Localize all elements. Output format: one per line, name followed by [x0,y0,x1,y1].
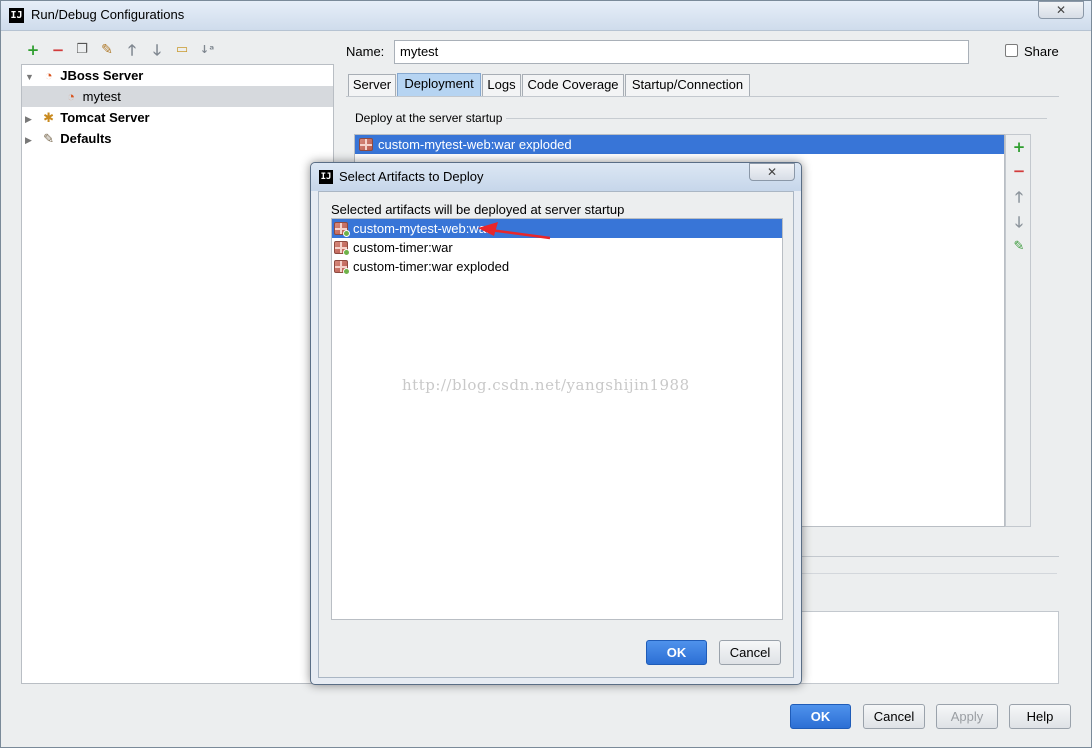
ok-button[interactable]: OK [790,704,851,729]
cancel-button[interactable]: Cancel [863,704,925,729]
close-icon: ✕ [1055,3,1067,17]
deployment-side-toolbar: + − 🡑 🡓 ✎ [1005,134,1031,527]
tree-item-defaults[interactable]: ▶ ✎ Defaults [22,128,333,149]
tree-item-label: mytest [82,89,121,104]
title-bar: IJ Run/Debug Configurations ✕ [1,1,1091,31]
apply-button[interactable]: Apply [936,704,998,729]
config-toolbar: + − ❐ ✎ 🡑 🡓 ▭ ↓ᵃ [25,42,225,60]
add-icon[interactable]: + [25,42,41,58]
watermark-text: http://blog.csdn.net/yangshijin1988 [402,376,690,394]
edit-pencil-icon[interactable]: ✎ [1011,239,1027,255]
artifact-label: custom-timer:war [353,240,453,255]
intellij-app-icon: IJ [9,8,24,23]
artifact-war-icon [334,260,350,275]
artifact-war-icon [334,241,350,256]
dialog-ok-button[interactable]: OK [646,640,707,665]
artifact-label: custom-timer:war exploded [353,259,510,274]
expand-arrow-icon[interactable]: ▼ [25,67,37,88]
deploy-group-title: Deploy at the server startup [355,111,503,125]
artifact-item[interactable]: custom-timer:war exploded [332,257,782,276]
tree-item-tomcat-server[interactable]: ▶ ✱ Tomcat Server [22,107,333,128]
name-label: Name: [346,44,385,59]
copy-icon[interactable]: ❐ [74,42,90,58]
dialog-title-bar: IJ Select Artifacts to Deploy ✕ [311,163,801,191]
tab-deployment[interactable]: Deployment [397,73,481,96]
artifacts-list[interactable]: custom-mytest-web:war custom-timer:war c… [331,218,783,620]
dialog-description: Selected artifacts will be deployed at s… [331,202,625,217]
tab-server[interactable]: Server [348,74,396,96]
add-icon[interactable]: + [1011,139,1027,155]
window-close-button[interactable]: ✕ [1038,1,1084,19]
annotation-arrow-icon [478,222,551,240]
window-title: Run/Debug Configurations [31,7,185,22]
tab-logs[interactable]: Logs [482,74,521,96]
help-button[interactable]: Help [1009,704,1071,729]
tree-item-label: JBoss Server [60,68,144,83]
tomcat-icon: ✱ [43,110,55,125]
collapse-arrow-icon[interactable]: ▶ [25,130,37,151]
intellij-app-icon: IJ [319,170,333,184]
config-tree: ▼ ◔ JBoss Server ◔ mytest ▶ ✱ Tomcat Ser… [21,64,334,684]
jboss-config-icon: ◔ [67,89,75,104]
name-input[interactable]: mytest [394,40,969,64]
artifact-exploded-icon [359,138,373,151]
move-up-icon[interactable]: 🡑 [1011,189,1027,205]
artifact-war-icon [334,222,350,237]
tree-item-mytest[interactable]: ◔ mytest [22,86,333,107]
wrench-icon[interactable]: ✎ [99,42,115,58]
share-label: Share [1024,44,1059,59]
deployment-item-label: custom-mytest-web:war exploded [378,137,572,152]
dialog-cancel-button[interactable]: Cancel [719,640,781,665]
move-down-icon[interactable]: 🡓 [149,42,165,58]
tab-code-coverage[interactable]: Code Coverage [522,74,624,96]
remove-icon[interactable]: − [1011,163,1027,179]
defaults-wrench-icon: ✎ [43,131,55,146]
sort-icon[interactable]: ↓ᵃ [199,42,215,58]
dialog-body: Selected artifacts will be deployed at s… [318,191,794,678]
tree-item-jboss-server[interactable]: ▼ ◔ JBoss Server [22,65,333,86]
move-down-icon[interactable]: 🡓 [1011,214,1027,230]
tab-startup-connection[interactable]: Startup/Connection [625,74,750,96]
move-up-icon[interactable]: 🡑 [124,42,140,58]
share-checkbox[interactable] [1005,44,1018,57]
close-icon: ✕ [766,165,778,179]
collapse-arrow-icon[interactable]: ▶ [25,109,37,130]
folder-icon[interactable]: ▭ [174,42,190,58]
group-divider [506,118,1047,119]
deployment-item[interactable]: custom-mytest-web:war exploded [355,135,1004,154]
jboss-icon: ◔ [44,68,53,83]
remove-icon[interactable]: − [50,42,66,58]
tree-item-label: Defaults [60,131,112,146]
dialog-title: Select Artifacts to Deploy [339,169,484,184]
dialog-close-button[interactable]: ✕ [749,163,795,181]
tree-item-label: Tomcat Server [60,110,150,125]
